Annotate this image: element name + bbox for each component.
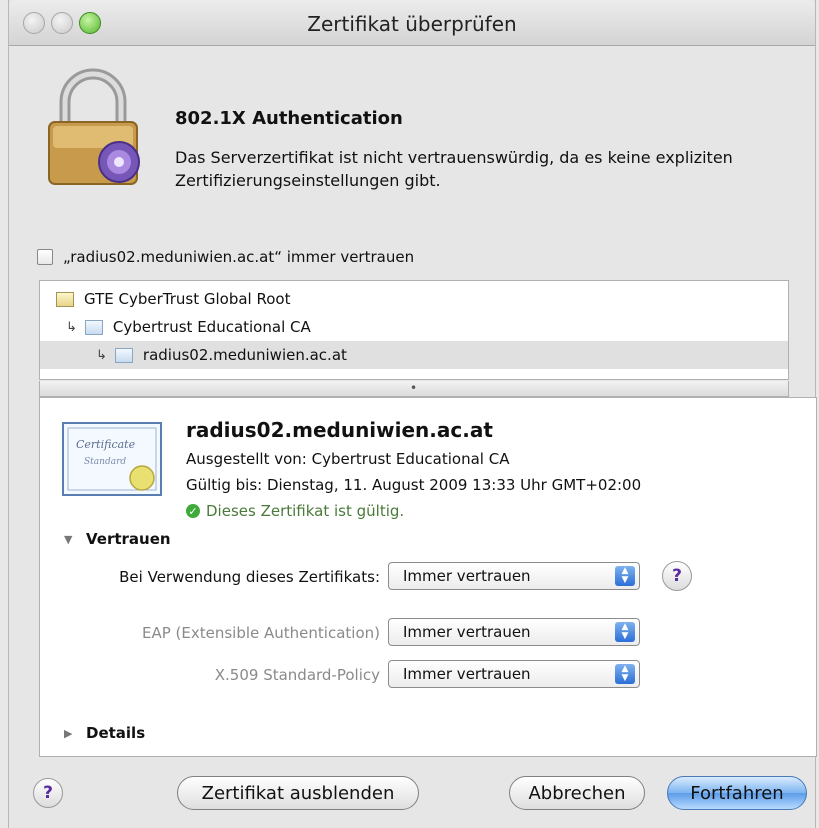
- policy-label-general: Bei Verwendung dieses Zertifikats:: [119, 568, 380, 586]
- child-arrow-icon: ↳: [66, 319, 77, 335]
- always-trust-checkbox[interactable]: [37, 249, 53, 265]
- trust-help-button[interactable]: ?: [662, 561, 692, 591]
- tree-item-label: Cybertrust Educational CA: [112, 318, 311, 336]
- certificate-icon: [84, 319, 103, 335]
- policy-select-eap[interactable]: Immer vertrauen ▲ ▼: [388, 618, 640, 646]
- details-section-label: Details: [86, 724, 146, 742]
- window-title: Zertifikat überprüfen: [307, 12, 517, 36]
- issued-by: Ausgestellt von: Cybertrust Educational …: [186, 450, 510, 468]
- disclosure-open-icon: ▼: [64, 532, 73, 546]
- policy-select-general[interactable]: Immer vertrauen ▲ ▼: [388, 562, 640, 590]
- select-arrows-icon: ▲ ▼: [615, 622, 635, 642]
- trust-section-toggle[interactable]: ▼ Vertrauen: [64, 530, 171, 548]
- tree-item-label: radius02.meduniwien.ac.at: [142, 346, 347, 364]
- check-icon: ✓: [186, 504, 200, 518]
- certificate-name: radius02.meduniwien.ac.at: [186, 418, 493, 442]
- certificate-icon: [114, 347, 133, 363]
- certificate-chain-tree[interactable]: GTE CyberTrust Global Root ↳ Cybertrust …: [39, 280, 789, 380]
- certificate-large-icon: Certificate Standard: [62, 422, 162, 496]
- certificate-root-icon: [56, 291, 74, 307]
- title-bar: Zertifikat überprüfen: [9, 0, 815, 46]
- select-value: Immer vertrauen: [403, 623, 531, 641]
- validity-status: ✓ Dieses Zertifikat ist gültig.: [186, 502, 404, 520]
- trust-section-label: Vertrauen: [86, 530, 171, 548]
- select-arrows-icon: ▲ ▼: [615, 664, 635, 684]
- certificate-dialog: Zertifikat überprüfen 802.1X Authenticat…: [8, 0, 817, 828]
- dialog-heading: 802.1X Authentication: [175, 108, 403, 129]
- help-button[interactable]: ?: [33, 778, 63, 808]
- select-value: Immer vertrauen: [403, 665, 531, 683]
- valid-until: Gültig bis: Dienstag, 11. August 2009 13…: [186, 476, 642, 494]
- policy-label-eap: EAP (Extensible Authentication): [141, 624, 380, 642]
- policy-label-x509: X.509 Standard-Policy: [214, 666, 380, 684]
- certificate-icon-subtitle: Standard: [84, 457, 126, 467]
- tree-item-leaf[interactable]: ↳ radius02.meduniwien.ac.at: [40, 341, 788, 369]
- details-section-toggle[interactable]: ▶ Details: [64, 724, 145, 742]
- cancel-button[interactable]: Abbrechen: [509, 776, 645, 810]
- select-arrows-icon: ▲ ▼: [615, 566, 635, 586]
- lock-icon: [48, 68, 140, 185]
- validity-status-text: Dieses Zertifikat ist gültig.: [206, 502, 405, 520]
- always-trust-row[interactable]: „radius02.meduniwien.ac.at“ immer vertra…: [37, 248, 414, 266]
- continue-button[interactable]: Fortfahren: [667, 776, 807, 810]
- select-value: Immer vertrauen: [403, 567, 531, 585]
- pane-splitter[interactable]: •: [39, 381, 789, 397]
- always-trust-label: „radius02.meduniwien.ac.at“ immer vertra…: [63, 248, 415, 266]
- policy-select-x509[interactable]: Immer vertrauen ▲ ▼: [388, 660, 640, 688]
- disclosure-closed-icon: ▶: [64, 726, 73, 740]
- hide-certificate-button[interactable]: Zertifikat ausblenden: [177, 776, 419, 810]
- dialog-message: Das Serverzertifikat ist nicht vertrauen…: [175, 148, 733, 190]
- tree-item-root[interactable]: GTE CyberTrust Global Root: [40, 285, 788, 313]
- splitter-grip-icon: •: [410, 381, 418, 395]
- tree-item-label: GTE CyberTrust Global Root: [84, 290, 291, 308]
- certificate-detail-pane: Certificate Standard radius02.meduniwien…: [39, 397, 817, 757]
- certificate-icon-title: Certificate: [76, 438, 136, 451]
- tree-item-intermediate[interactable]: ↳ Cybertrust Educational CA: [40, 313, 788, 341]
- child-arrow-icon: ↳: [96, 347, 107, 363]
